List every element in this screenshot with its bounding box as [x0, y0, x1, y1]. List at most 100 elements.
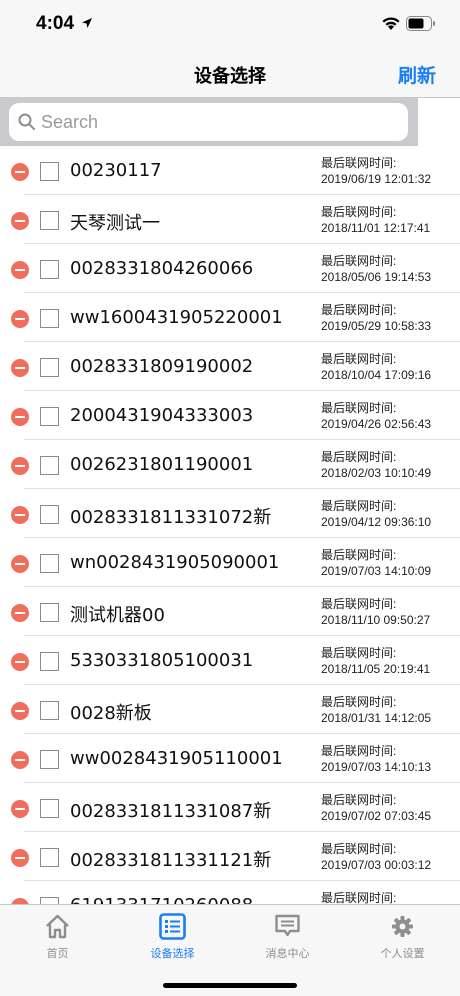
device-checkbox[interactable]	[40, 456, 59, 475]
device-checkbox[interactable]	[40, 505, 59, 524]
device-row[interactable]: 00230117 最后联网时间: 2019/06/19 12:01:32	[0, 146, 460, 195]
delete-icon[interactable]	[11, 751, 29, 769]
tab-messages[interactable]: 消息中心	[230, 905, 345, 965]
last-online-info: 最后联网时间: 2019/07/03 00:03:12	[321, 841, 431, 873]
device-row[interactable]: 测试机器00 最后联网时间: 2018/11/10 09:50:27	[0, 587, 460, 636]
last-online-time: 2019/06/19 12:01:32	[321, 172, 432, 186]
device-checkbox[interactable]	[40, 554, 59, 573]
device-name: 2000431904333003	[70, 405, 254, 426]
last-online-label: 最后联网时间:	[321, 793, 397, 807]
delete-icon[interactable]	[11, 849, 29, 867]
message-icon	[275, 914, 300, 937]
last-online-info: 最后联网时间: 2019/07/02 07:03:45	[321, 792, 431, 824]
device-row[interactable]: 0028331811331087新 最后联网时间: 2019/07/02 07:03…	[0, 783, 460, 832]
device-checkbox[interactable]	[40, 162, 59, 181]
device-row[interactable]: 0028新板 最后联网时间: 2018/01/31 14:12:05	[0, 685, 460, 734]
device-checkbox[interactable]	[40, 603, 59, 622]
last-online-time: 2018/11/10 09:50:27	[321, 613, 431, 627]
delete-icon[interactable]	[11, 212, 29, 230]
last-online-info: 最后联网时间: 2018/05/06 19:14:53	[321, 253, 431, 285]
last-online-time: 2018/02/03 10:10:49	[321, 466, 432, 480]
device-name: 0028331811331072新	[70, 507, 272, 528]
last-online-label: 最后联网时间:	[321, 499, 397, 513]
device-checkbox[interactable]	[40, 407, 59, 426]
device-row[interactable]: 0028331804260066 最后联网时间: 2018/05/06 19:14:…	[0, 244, 460, 293]
last-online-time: 2019/07/03 14:10:09	[321, 564, 432, 578]
location-arrow-icon	[82, 18, 92, 28]
delete-icon[interactable]	[11, 457, 29, 475]
delete-icon[interactable]	[11, 653, 29, 671]
last-online-label: 最后联网时间:	[321, 891, 397, 904]
device-checkbox[interactable]	[40, 652, 59, 671]
last-online-label: 最后联网时间:	[321, 401, 397, 415]
last-online-time: 2018/11/05 20:19:41	[321, 662, 431, 676]
last-online-info: 最后联网时间: 2018/11/10 09:50:27	[321, 596, 430, 628]
last-online-time: 2019/07/03 14:10:13	[321, 760, 432, 774]
last-online-time: 2019/07/02 07:03:45	[321, 809, 432, 823]
last-online-label: 最后联网时间:	[321, 254, 397, 268]
last-online-time: 2019/04/26 02:56:43	[321, 417, 432, 431]
last-online-info: 最后联网时间: 2018/01/31 14:12:05	[321, 694, 431, 726]
device-row[interactable]: ww0028431905110001 最后联网时间: 2019/07/03 14:1…	[0, 734, 460, 783]
device-row[interactable]: 0028331809190002 最后联网时间: 2018/10/04 17:09:…	[0, 342, 460, 391]
last-online-info: 最后联网时间: 2019/04/26 02:56:43	[321, 400, 431, 432]
tab-settings[interactable]: 个人设置	[345, 905, 460, 965]
delete-icon[interactable]	[11, 506, 29, 524]
device-row[interactable]: 天琴测试一 最后联网时间: 2018/11/01 12:17:41	[0, 195, 460, 244]
tab-label: 设备选择	[150, 947, 195, 960]
tab-label: 消息中心	[265, 947, 310, 960]
device-name: 5330331805100031	[70, 650, 254, 671]
device-checkbox[interactable]	[40, 750, 59, 769]
device-name: 0028331809190002	[70, 356, 254, 377]
tab-home[interactable]: 首页	[0, 905, 115, 965]
device-checkbox[interactable]	[40, 211, 59, 230]
device-checkbox[interactable]	[40, 309, 59, 328]
last-online-label: 最后联网时间:	[321, 744, 397, 758]
device-row[interactable]: 6191331710260088 最后联网时间:	[0, 881, 460, 904]
delete-icon[interactable]	[11, 555, 29, 573]
device-checkbox[interactable]	[40, 358, 59, 377]
device-row[interactable]: 0028331811331072新 最后联网时间: 2019/04/12 09:36…	[0, 489, 460, 538]
delete-icon[interactable]	[11, 310, 29, 328]
device-name: 0028331811331087新	[70, 801, 272, 822]
delete-icon[interactable]	[11, 800, 29, 818]
device-list[interactable]: 00230117 最后联网时间: 2019/06/19 12:01:32 天琴测试一最…	[0, 146, 460, 904]
device-name: 00230117	[70, 160, 162, 181]
refresh-button[interactable]: 刷新	[398, 61, 436, 88]
device-row[interactable]: 5330331805100031 最后联网时间: 2018/11/05 20:19:…	[0, 636, 460, 685]
home-indicator	[163, 983, 297, 988]
tab-device-select[interactable]: 设备选择	[115, 905, 230, 965]
search-input[interactable]: Search	[9, 103, 408, 141]
device-row[interactable]: wn0028431905090001 最后联网时间: 2019/07/03 14:1…	[0, 538, 460, 587]
last-online-label: 最后联网时间:	[321, 303, 397, 317]
device-name: ww1600431905220001	[70, 307, 283, 328]
delete-icon[interactable]	[11, 261, 29, 279]
device-name: 0028331804260066	[70, 258, 254, 279]
device-row[interactable]: 2000431904333003 最后联网时间: 2019/04/26 02:56:…	[0, 391, 460, 440]
delete-icon[interactable]	[11, 163, 29, 181]
last-online-label: 最后联网时间:	[321, 156, 397, 170]
device-checkbox[interactable]	[40, 260, 59, 279]
device-checkbox[interactable]	[40, 799, 59, 818]
status-bar: 4:04	[0, 0, 460, 50]
device-name: wn0028431905090001	[70, 552, 280, 573]
last-online-info: 最后联网时间:	[321, 890, 396, 904]
delete-icon[interactable]	[11, 359, 29, 377]
tab-label: 个人设置	[380, 947, 425, 960]
last-online-time: 2018/05/06 19:14:53	[321, 270, 432, 284]
last-online-time: 2018/10/04 17:09:16	[321, 368, 432, 382]
device-row[interactable]: 0028331811331121新 最后联网时间: 2019/07/03 00:03…	[0, 832, 460, 881]
delete-icon[interactable]	[11, 702, 29, 720]
delete-icon[interactable]	[11, 604, 29, 622]
battery-icon	[406, 16, 435, 31]
last-online-info: 最后联网时间: 2019/07/03 14:10:09	[321, 547, 431, 579]
page-title: 设备选择	[194, 66, 266, 87]
last-online-info: 最后联网时间: 2018/02/03 10:10:49	[321, 449, 431, 481]
delete-icon[interactable]	[11, 408, 29, 426]
device-checkbox[interactable]	[40, 848, 59, 867]
device-checkbox[interactable]	[40, 701, 59, 720]
device-row[interactable]: ww1600431905220001 最后联网时间: 2019/05/29 10:5…	[0, 293, 460, 342]
last-online-label: 最后联网时间:	[321, 548, 397, 562]
device-row[interactable]: 0026231801190001 最后联网时间: 2018/02/03 10:10:…	[0, 440, 460, 489]
device-checkbox[interactable]	[40, 897, 59, 904]
